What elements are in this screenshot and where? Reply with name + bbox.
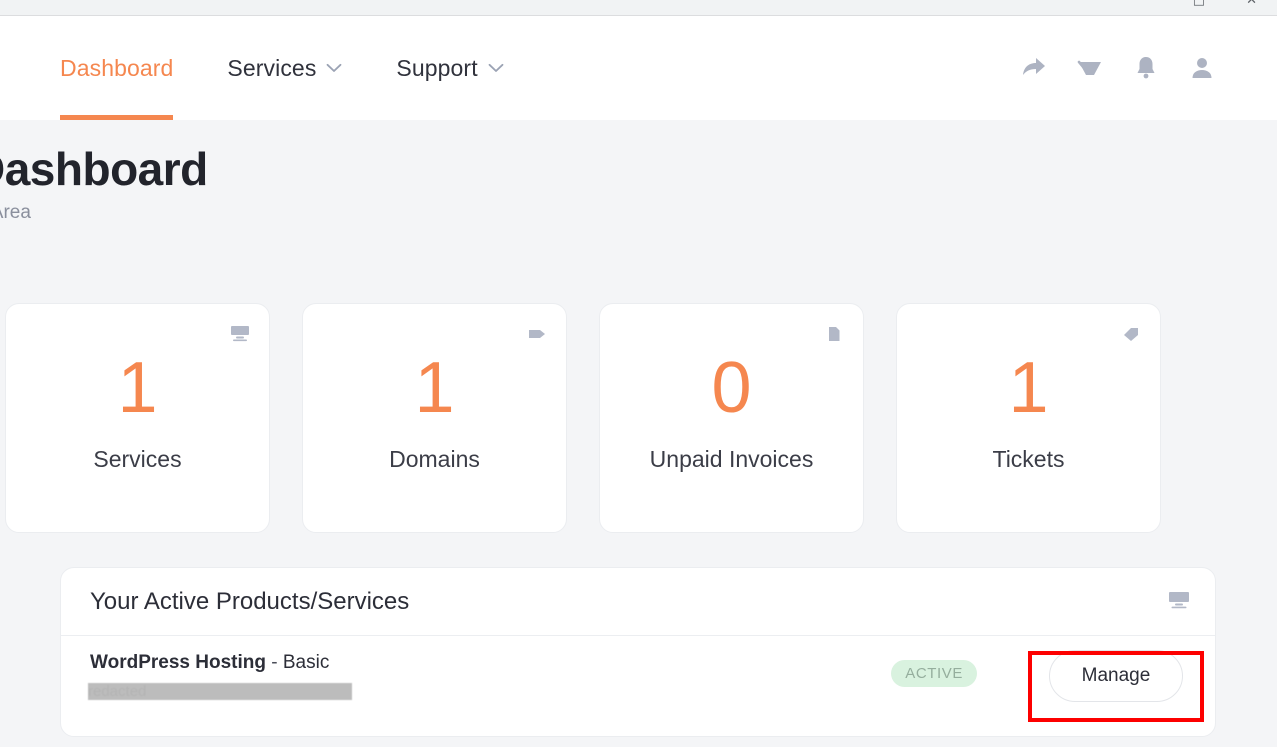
ticket-tag-icon — [1122, 326, 1140, 342]
nav-label-services: Services — [227, 54, 317, 81]
header-icon-group — [1021, 16, 1215, 120]
stat-value-tickets: 1 — [1008, 348, 1049, 428]
user-account-icon[interactable] — [1189, 55, 1215, 81]
tag-icon — [528, 326, 546, 342]
product-domain-redacted: redacted — [88, 683, 352, 700]
nav-item-dashboard[interactable]: Dashboard — [60, 16, 174, 120]
stat-label-domains: Domains — [389, 446, 480, 472]
notification-bell-icon[interactable] — [1133, 55, 1159, 81]
chevron-down-icon — [488, 63, 504, 73]
chevron-down-icon — [326, 63, 342, 73]
document-icon — [825, 326, 843, 342]
stat-value-unpaid-invoices: 0 — [711, 348, 752, 428]
manage-button[interactable]: Manage — [1049, 650, 1183, 702]
stat-card-services[interactable]: 1 Services — [5, 303, 270, 533]
maximize-icon[interactable]: □ — [1193, 0, 1205, 7]
stat-value-services: 1 — [117, 348, 158, 428]
nav-label-support: Support — [396, 54, 478, 81]
status-badge: ACTIVE — [891, 660, 977, 687]
nav-item-support[interactable]: Support — [396, 16, 504, 120]
page-title: Dashboard — [0, 143, 208, 195]
stat-card-group: 1 Services 1 Domains 0 Unpaid Invoices 1… — [0, 303, 1161, 533]
product-title: WordPress Hosting — [90, 652, 266, 673]
stat-label-unpaid-invoices: Unpaid Invoices — [649, 446, 814, 472]
nav-item-services[interactable]: Services — [227, 16, 342, 120]
product-name: WordPress Hosting - Basic — [90, 652, 329, 674]
main-navigation: Dashboard Services Support — [60, 16, 504, 120]
product-separator: - — [265, 652, 283, 673]
monitor-icon — [231, 326, 249, 342]
stat-card-domains[interactable]: 1 Domains — [302, 303, 567, 533]
stat-card-unpaid-invoices[interactable]: 0 Unpaid Invoices — [599, 303, 864, 533]
shopping-cart-icon[interactable] — [1077, 55, 1103, 81]
share-arrow-icon[interactable] — [1021, 55, 1047, 81]
panel-title: Your Active Products/Services — [90, 588, 410, 615]
page-content: Dashboard Client Area 1 Services 1 D — [0, 120, 1277, 747]
table-row: WordPress Hosting - Basic redacted ACTIV… — [61, 636, 1215, 736]
product-plan: Basic — [282, 652, 330, 673]
stat-value-domains: 1 — [414, 348, 455, 428]
nav-label-dashboard: Dashboard — [60, 54, 174, 81]
monitor-icon — [1169, 592, 1189, 609]
browser-window-chrome: □ ✕ — [0, 0, 1277, 15]
page-subtitle: Client Area — [0, 202, 31, 223]
stat-label-services: Services — [93, 446, 182, 472]
stat-label-tickets: Tickets — [992, 446, 1065, 472]
panel-header: Your Active Products/Services — [61, 568, 1215, 636]
close-icon[interactable]: ✕ — [1246, 0, 1257, 7]
site-header: Dashboard Services Support — [0, 16, 1277, 120]
stat-card-tickets[interactable]: 1 Tickets — [896, 303, 1161, 533]
browser-window-controls: □ ✕ — [1137, 0, 1277, 15]
active-products-panel: Your Active Products/Services WordPress … — [60, 567, 1216, 737]
